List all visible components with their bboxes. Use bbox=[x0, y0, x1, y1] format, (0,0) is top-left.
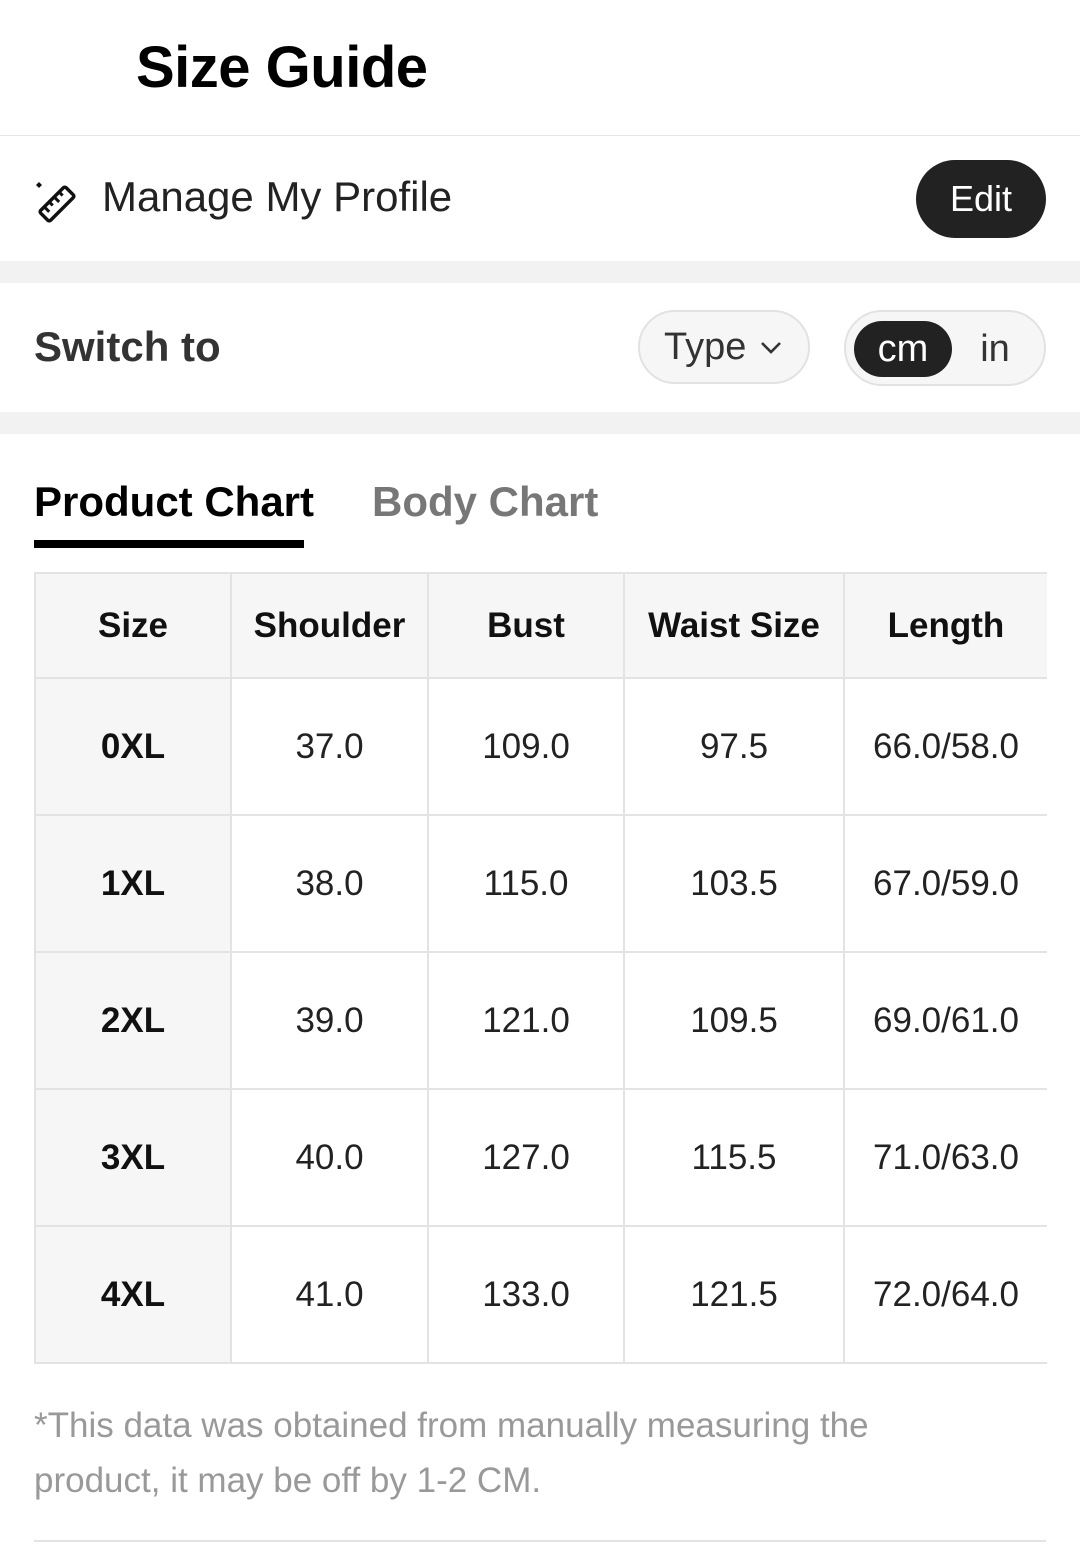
table-row: 3XL 40.0 127.0 115.5 71.0/63.0 bbox=[34, 1088, 1047, 1227]
chevron-down-icon bbox=[761, 342, 781, 354]
header: Size Guide bbox=[0, 0, 1080, 136]
type-dropdown-label: Type bbox=[664, 326, 747, 368]
tab-product-chart[interactable]: Product Chart bbox=[34, 478, 314, 526]
bottom-divider bbox=[34, 1540, 1046, 1542]
switch-to-label: Switch to bbox=[34, 323, 221, 370]
edit-button[interactable]: Edit bbox=[916, 160, 1046, 238]
bust-cell: 115.0 bbox=[427, 814, 625, 953]
tab-body-chart[interactable]: Body Chart bbox=[372, 478, 598, 526]
length-cell: 69.0/61.0 bbox=[843, 951, 1047, 1090]
section-divider bbox=[0, 412, 1080, 434]
column-header-length: Length bbox=[843, 572, 1047, 679]
size-cell: 3XL bbox=[34, 1088, 232, 1227]
unit-toggle: cm in bbox=[844, 310, 1046, 386]
size-table: Size Shoulder Bust Waist Size Length 0XL… bbox=[34, 572, 1047, 1364]
table-row: 4XL 41.0 133.0 121.5 72.0/64.0 bbox=[34, 1225, 1047, 1364]
unit-option-in[interactable]: in bbox=[958, 321, 1032, 377]
bust-cell: 133.0 bbox=[427, 1225, 625, 1364]
table-header-row: Size Shoulder Bust Waist Size Length bbox=[34, 572, 1047, 679]
bust-cell: 109.0 bbox=[427, 677, 625, 816]
size-cell: 0XL bbox=[34, 677, 232, 816]
size-cell: 4XL bbox=[34, 1225, 232, 1364]
waist-cell: 121.5 bbox=[623, 1225, 845, 1364]
section-divider bbox=[0, 261, 1080, 283]
column-header-size: Size bbox=[34, 572, 232, 679]
ruler-sparkle-icon bbox=[36, 182, 76, 223]
column-header-shoulder: Shoulder bbox=[230, 572, 429, 679]
size-cell: 1XL bbox=[34, 814, 232, 953]
length-cell: 66.0/58.0 bbox=[843, 677, 1047, 816]
shoulder-cell: 37.0 bbox=[230, 677, 429, 816]
waist-cell: 103.5 bbox=[623, 814, 845, 953]
manage-profile-row: Manage My Profile Edit bbox=[0, 137, 1080, 261]
size-cell: 2XL bbox=[34, 951, 232, 1090]
column-header-bust: Bust bbox=[427, 572, 625, 679]
column-header-waist-size: Waist Size bbox=[623, 572, 845, 679]
bust-cell: 127.0 bbox=[427, 1088, 625, 1227]
shoulder-cell: 40.0 bbox=[230, 1088, 429, 1227]
shoulder-cell: 41.0 bbox=[230, 1225, 429, 1364]
waist-cell: 109.5 bbox=[623, 951, 845, 1090]
bust-cell: 121.0 bbox=[427, 951, 625, 1090]
shoulder-cell: 39.0 bbox=[230, 951, 429, 1090]
type-dropdown[interactable]: Type bbox=[638, 310, 810, 384]
measurement-disclaimer: *This data was obtained from manually me… bbox=[34, 1406, 869, 1500]
shoulder-cell: 38.0 bbox=[230, 814, 429, 953]
unit-option-cm[interactable]: cm bbox=[854, 321, 952, 377]
switch-row: Switch to Type cm in bbox=[0, 283, 1080, 412]
active-tab-indicator bbox=[34, 540, 304, 548]
table-row: 2XL 39.0 121.0 109.5 69.0/61.0 bbox=[34, 951, 1047, 1090]
waist-cell: 115.5 bbox=[623, 1088, 845, 1227]
page-title: Size Guide bbox=[136, 35, 428, 100]
length-cell: 71.0/63.0 bbox=[843, 1088, 1047, 1227]
table-row: 1XL 38.0 115.0 103.5 67.0/59.0 bbox=[34, 814, 1047, 953]
length-cell: 67.0/59.0 bbox=[843, 814, 1047, 953]
back-button[interactable] bbox=[30, 40, 90, 100]
table-row: 0XL 37.0 109.0 97.5 66.0/58.0 bbox=[34, 677, 1047, 816]
waist-cell: 97.5 bbox=[623, 677, 845, 816]
size-guide-page: Size Guide Manage My Profile Edit Switch… bbox=[0, 0, 1080, 1550]
manage-profile-label[interactable]: Manage My Profile bbox=[102, 173, 452, 221]
length-cell: 72.0/64.0 bbox=[843, 1225, 1047, 1364]
